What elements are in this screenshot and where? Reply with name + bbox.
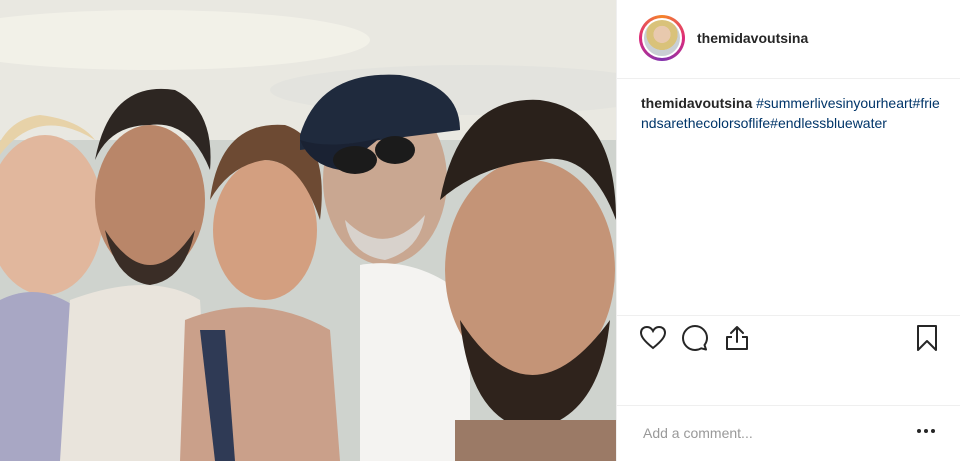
share-icon[interactable] — [723, 324, 751, 352]
bookmark-icon[interactable] — [913, 324, 941, 352]
post-photo[interactable] — [0, 0, 616, 461]
heart-icon[interactable] — [639, 324, 667, 352]
group-selfie-image — [0, 0, 616, 461]
comment-icon[interactable] — [681, 324, 709, 352]
comment-bar — [617, 405, 960, 462]
caption-username[interactable]: themidavoutsina — [641, 95, 752, 111]
comment-input[interactable] — [641, 424, 905, 442]
story-ring[interactable] — [639, 15, 685, 61]
action-bar — [617, 315, 960, 360]
post-caption: themidavoutsina #summerlivesinyourheart#… — [641, 93, 941, 133]
header-username[interactable]: themidavoutsina — [697, 30, 808, 46]
instagram-post: themidavoutsina themidavoutsina #summerl… — [0, 0, 960, 461]
post-header: themidavoutsina — [617, 0, 960, 79]
post-sidebar: themidavoutsina themidavoutsina #summerl… — [616, 0, 960, 461]
more-options-icon[interactable] — [915, 420, 937, 442]
avatar[interactable] — [642, 18, 682, 58]
